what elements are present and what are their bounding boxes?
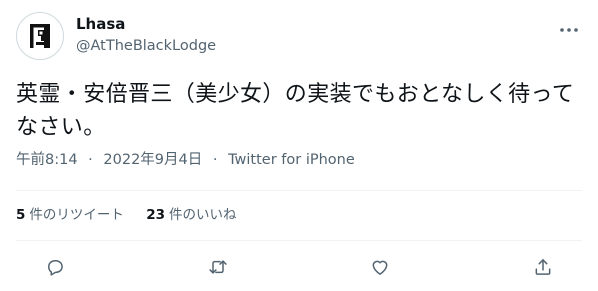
tweet-text: 英霊・安倍晋三（美少女）の実装でもおとなしく待ってなさい。 (16, 82, 575, 140)
tweet-stats: 5 件のリツイート 23 件のいいね (16, 205, 255, 225)
retweet-count: 5 (16, 207, 26, 223)
retweet-count-link[interactable]: 5 件のリツイート (16, 205, 124, 225)
more-horizontal-icon (560, 28, 578, 32)
divider (16, 240, 582, 241)
heart-icon (372, 260, 388, 275)
display-name[interactable]: Lhasa (76, 14, 125, 34)
more-options-button[interactable] (558, 22, 580, 36)
reply-icon (48, 260, 63, 276)
tweet-meta: 午前8:14 · 2022年9月4日 · Twitter for iPhone (16, 150, 355, 170)
meta-separator: · (88, 152, 93, 168)
like-button[interactable] (365, 252, 395, 282)
share-button[interactable] (528, 252, 558, 282)
tweet-date[interactable]: 2022年9月4日 (103, 150, 202, 170)
avatar[interactable] (16, 12, 64, 60)
share-icon (535, 259, 551, 275)
like-count: 23 (146, 207, 165, 223)
reply-button[interactable] (40, 252, 70, 282)
bauhaus-face-logo-icon (18, 14, 62, 58)
like-label: 件のいいね (169, 207, 237, 223)
retweet-label: 件のリツイート (29, 207, 124, 223)
tweet-card: Lhasa @AtTheBlackLodge 英霊・安倍晋三（美少女）の実装でも… (0, 0, 598, 291)
retweet-icon (208, 260, 227, 274)
meta-separator: · (212, 152, 218, 168)
user-handle[interactable]: @AtTheBlackLodge (76, 36, 216, 56)
action-bar (40, 252, 558, 282)
divider (16, 190, 582, 191)
tweet-source[interactable]: Twitter for iPhone (228, 150, 355, 170)
retweet-button[interactable] (203, 252, 233, 282)
tweet-time[interactable]: 午前8:14 (16, 150, 78, 170)
like-count-link[interactable]: 23 件のいいね (146, 205, 236, 225)
